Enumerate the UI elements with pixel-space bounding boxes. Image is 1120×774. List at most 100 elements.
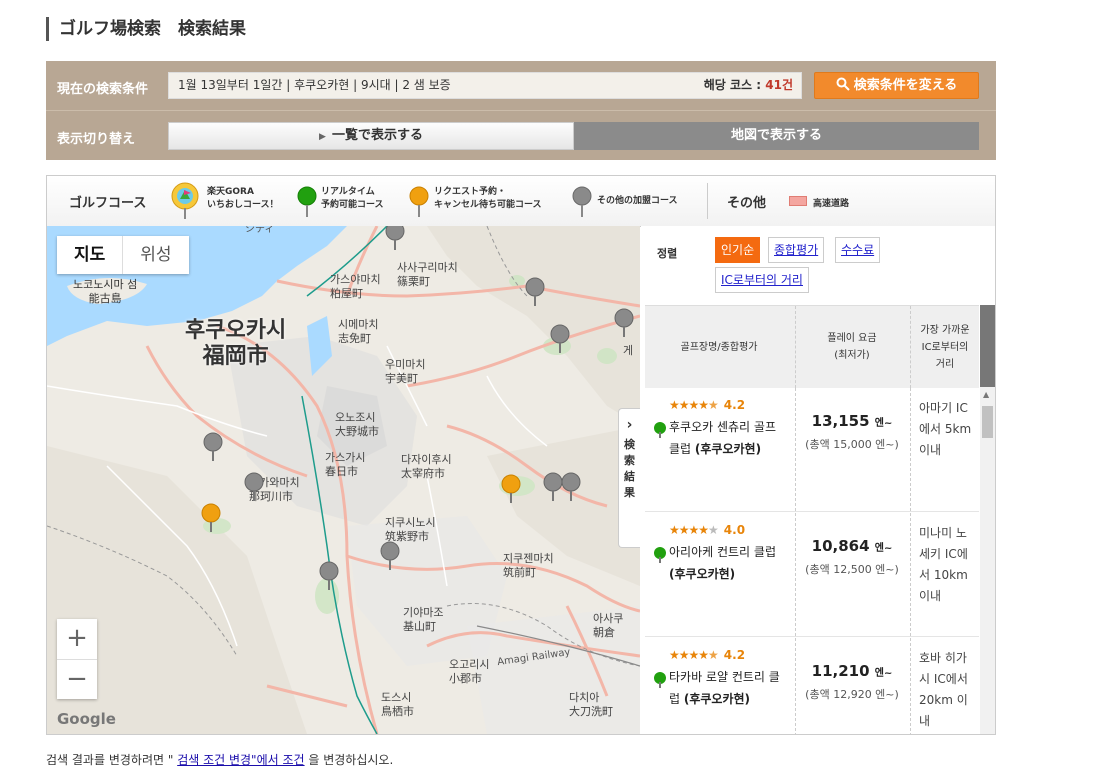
- legend-other-title: その他: [727, 196, 767, 211]
- results-sidebar: 정렬 인기순 종합평가 수수료 IC로부터의 거리 골프장명/종합평가 플레이 …: [641, 226, 995, 734]
- course-name-link[interactable]: 타카바 로얄 컨트리 클럽 (후쿠오카현): [669, 666, 787, 710]
- result-distance-cell: 미나미 노세키 IC에서 10km 이내: [910, 513, 980, 636]
- course-marker-gray[interactable]: [525, 277, 545, 306]
- price: 10,864 엔~: [796, 537, 908, 555]
- sort-label: 정렬: [657, 247, 678, 260]
- price-value: 10,864: [811, 537, 870, 555]
- legend-realtime-line1: リアルタイム: [321, 187, 375, 197]
- ic-distance: 미나미 노세키 IC에서 10km 이내: [919, 526, 968, 603]
- footer-note: 검색 결과를 변경하려면 " 검색 조건 변경"에서 조건 을 변경하십시오.: [46, 751, 393, 768]
- legend-realtime-line2: 予約可能コース: [321, 200, 384, 210]
- stars-half: ★: [708, 648, 719, 662]
- play-icon: ▶: [319, 132, 326, 142]
- result-distance-cell: 아마기 IC에서 5km 이내: [910, 388, 980, 511]
- result-row[interactable]: ★★★★★ 4.2 타카바 로얄 컨트리 클럽 (후쿠오카현) 11,210 엔~…: [645, 638, 979, 734]
- col-header-fee-line2: (최저가): [834, 350, 870, 361]
- map-type-map-button[interactable]: 지도: [57, 236, 124, 274]
- course-marker-gray[interactable]: [614, 308, 634, 337]
- green-pin-icon: [654, 672, 666, 688]
- search-icon: [836, 77, 850, 91]
- rating-value: 4.2: [723, 648, 746, 662]
- col-header-fee: 플레이 요금 (최저가): [795, 306, 908, 388]
- map-results-panel: ゴルフコース 楽天GORA いちおしコース！ リアルタイム 予約可能コース リクエス…: [46, 175, 996, 735]
- star-rating: ★★★★★ 4.0: [669, 523, 745, 537]
- scrollbar-thumb[interactable]: [982, 406, 993, 438]
- price-unit: 엔~: [874, 543, 893, 554]
- course-marker-gray[interactable]: [543, 472, 563, 501]
- legend-bar: ゴルフコース 楽天GORA いちおしコース！ リアルタイム 予約可能コース リクエス…: [47, 176, 995, 227]
- list-view-button[interactable]: ▶ 一覧で表示する: [168, 122, 574, 150]
- total-price: (총액 15,000 엔~): [805, 438, 899, 451]
- map-type-control: 지도 위성: [57, 236, 189, 274]
- course-prefecture: (후쿠오카현): [683, 692, 751, 706]
- result-fee-cell: 13,155 엔~ (총액 15,000 엔~): [795, 388, 908, 511]
- change-conditions-button[interactable]: 検索条件を変える: [814, 72, 979, 99]
- course-marker-gray[interactable]: [550, 324, 570, 353]
- col-header-course: 골프장명/종합평가: [680, 341, 758, 353]
- course-marker-gray[interactable]: [244, 472, 264, 501]
- conditions-summary-text: 1월 13일부터 1일간 | 후쿠오카현 | 9시대 | 2 샘 보증: [178, 78, 451, 92]
- sort-fee-button[interactable]: 수수료: [835, 237, 881, 263]
- rating-value: 4.0: [723, 523, 746, 537]
- result-count: 해당 코스 : 41건: [704, 73, 793, 98]
- current-conditions-row: 現在の検索条件 1월 13일부터 1일간 | 후쿠오카현 | 9시대 | 2 샘…: [46, 61, 996, 111]
- scroll-up-icon[interactable]: ▲: [983, 390, 989, 399]
- zoom-out-button[interactable]: −: [57, 660, 97, 700]
- course-marker-gray[interactable]: [380, 541, 400, 570]
- view-toggle-row: 表示切り替え ▶ 一覧で表示する 地図で表示する: [46, 111, 996, 160]
- change-conditions-label: 検索条件を変える: [853, 78, 958, 93]
- course-marker-gray[interactable]: [385, 226, 405, 250]
- change-conditions-link[interactable]: 검색 조건 변경"에서 조건: [177, 753, 304, 767]
- stars-empty: ★: [708, 523, 719, 537]
- total-price: (총액 12,500 엔~): [805, 563, 899, 576]
- price-value: 13,155: [811, 412, 870, 430]
- highway-label: 高速道路: [813, 199, 850, 209]
- legend-realtime: リアルタイム 予約可能コース: [321, 186, 384, 212]
- results-table-header: 골프장명/종합평가 플레이 요금 (최저가) 가장 가까운 IC로부터의 거리: [645, 305, 979, 388]
- stars-full: ★★★★: [669, 648, 709, 662]
- course-marker-gray[interactable]: [319, 561, 339, 590]
- course-marker-gray[interactable]: [561, 472, 581, 501]
- price: 11,210 엔~: [796, 662, 908, 680]
- result-row[interactable]: ★★★★★ 4.0 아리아케 컨트리 클럽 (후쿠오카현) 10,864 엔~ (…: [645, 513, 979, 637]
- gora-pin-icon: [171, 182, 199, 219]
- green-pin-icon: [297, 186, 317, 217]
- col-header-fee-line1: 플레이 요금: [827, 333, 877, 344]
- footer-note-suffix: 을 변경하십시오.: [304, 753, 394, 767]
- map-view-button[interactable]: 地図で表示する: [574, 122, 979, 150]
- ic-distance: 아마기 IC에서 5km 이내: [919, 401, 972, 457]
- scrollbar-header-segment: [980, 305, 995, 387]
- course-marker-gray[interactable]: [203, 432, 223, 461]
- legend-gora-line2: いちおしコース！: [207, 200, 279, 210]
- toggle-results-tab[interactable]: › 検索結果: [618, 408, 640, 548]
- course-marker-orange[interactable]: [201, 503, 221, 532]
- result-count-value: 41건: [765, 78, 793, 92]
- course-marker-orange[interactable]: [501, 474, 521, 503]
- highway-swatch: [789, 196, 807, 206]
- price-unit: 엔~: [874, 418, 893, 429]
- ic-distance: 호바 히가시 IC에서 20km 이내: [919, 651, 968, 728]
- sort-ic-distance-button[interactable]: IC로부터의 거리: [715, 267, 809, 293]
- zoom-control: + −: [57, 619, 97, 699]
- sort-rating-button[interactable]: 종합평가: [768, 237, 825, 263]
- map-type-satellite-button[interactable]: 위성: [123, 236, 188, 274]
- legend-request-line2: キャンセル待ち可能コース: [434, 200, 542, 210]
- course-name-link[interactable]: 아리아케 컨트리 클럽 (후쿠오카현): [669, 541, 787, 585]
- map-canvas[interactable]: シティ 노코노시마 섬 能古島 후쿠오카시 福岡市 가스야마치 粕屋町 사사구리마치 篠…: [47, 226, 640, 734]
- results-tab-label: 検索結果: [624, 438, 635, 499]
- green-pin-icon: [654, 547, 666, 563]
- result-row[interactable]: ★★★★★ 4.2 후쿠오카 센츄리 골프 클럽 (후쿠오카현) 13,155 엔…: [645, 388, 979, 512]
- star-rating: ★★★★★ 4.2: [669, 398, 745, 412]
- price-value: 11,210: [811, 662, 870, 680]
- legend-request: リクエスト予約・ キャンセル待ち可能コース: [434, 186, 542, 212]
- sort-popular-button[interactable]: 인기순: [715, 237, 761, 263]
- price-unit: 엔~: [874, 668, 893, 679]
- orange-pin-icon: [409, 186, 429, 217]
- result-distance-cell: 호바 히가시 IC에서 20km 이내: [910, 638, 980, 734]
- conditions-summary: 1월 13일부터 1일간 | 후쿠오카현 | 9시대 | 2 샘 보증 해당 코…: [168, 72, 802, 99]
- course-markers: [201, 226, 634, 590]
- result-course-cell: ★★★★★ 4.2 후쿠오카 센츄리 골프 클럽 (후쿠오카현): [645, 388, 793, 511]
- stars-full: ★★★★: [669, 398, 709, 412]
- course-name-link[interactable]: 후쿠오카 센츄리 골프 클럽 (후쿠오카현): [669, 416, 787, 460]
- zoom-in-button[interactable]: +: [57, 619, 97, 660]
